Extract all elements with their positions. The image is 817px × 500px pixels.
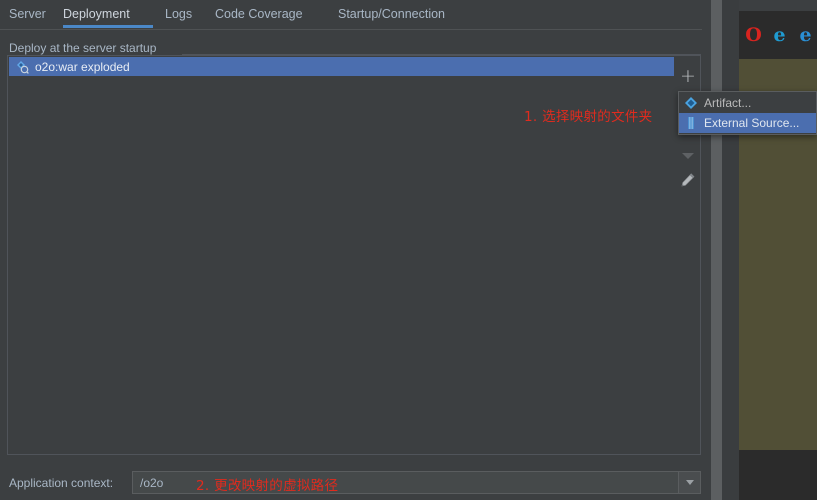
tab-label: Code Coverage xyxy=(215,7,303,21)
tab-label: Logs xyxy=(165,7,193,21)
table-row[interactable]: o2o:war exploded xyxy=(9,57,674,76)
deploy-group-title: Deploy at the server startup xyxy=(9,41,163,55)
opera-icon[interactable]: O xyxy=(744,25,763,45)
browser-launcher-bar: O e e xyxy=(739,11,817,59)
ide-run-configuration-window: Server Deployment Logs Code Coverage Sta… xyxy=(0,0,817,500)
panel-gutter xyxy=(702,0,711,500)
tab-label: Server xyxy=(9,7,46,21)
application-context-label: Application context: xyxy=(9,476,114,490)
pencil-icon xyxy=(680,172,696,193)
group-title-rule xyxy=(182,54,701,55)
artifact-row-label: o2o:war exploded xyxy=(35,59,130,74)
tab-logs[interactable]: Logs xyxy=(165,0,203,29)
tab-bar-separator xyxy=(0,29,702,30)
tab-startup-connection[interactable]: Startup/Connection xyxy=(338,0,468,29)
edit-artifact-button[interactable] xyxy=(676,170,700,194)
active-tab-underline xyxy=(63,25,153,28)
move-down-button[interactable] xyxy=(676,144,700,168)
menu-item-label: Artifact... xyxy=(704,96,752,110)
tab-code-coverage[interactable]: Code Coverage xyxy=(215,0,315,29)
chevron-down-icon xyxy=(685,480,694,485)
edge-icon[interactable]: e xyxy=(796,25,815,45)
external-source-icon xyxy=(684,116,698,130)
tab-server[interactable]: Server xyxy=(9,0,57,29)
browser-footer-area xyxy=(739,450,817,500)
tab-label: Deployment xyxy=(63,7,130,21)
artifact-icon xyxy=(684,96,698,110)
internet-explorer-icon[interactable]: e xyxy=(770,25,789,45)
application-context-dropdown-button[interactable] xyxy=(678,472,700,493)
menu-item-external-source[interactable]: External Source... xyxy=(679,113,816,133)
add-deployment-popup-menu[interactable]: Artifact... External Source... xyxy=(678,91,817,135)
annotation-select-mapped-folder: 1. 选择映射的文件夹 xyxy=(524,109,653,125)
deployment-settings-panel: Server Deployment Logs Code Coverage Sta… xyxy=(0,0,702,500)
window-edge xyxy=(722,0,739,500)
menu-item-artifact[interactable]: Artifact... xyxy=(679,93,816,113)
config-tab-bar: Server Deployment Logs Code Coverage Sta… xyxy=(0,0,702,30)
browser-titlebar xyxy=(739,0,817,11)
plus-icon: + xyxy=(680,64,696,87)
chevron-down-icon xyxy=(682,153,694,159)
add-artifact-button[interactable]: + xyxy=(676,64,700,88)
artifact-exploded-icon xyxy=(15,60,29,74)
window-scrollbar[interactable] xyxy=(711,0,722,500)
tab-deployment[interactable]: Deployment xyxy=(63,0,153,29)
tab-label: Startup/Connection xyxy=(338,7,446,21)
menu-item-label: External Source... xyxy=(704,116,800,130)
background-browser-window: O e e xyxy=(739,0,817,500)
annotation-change-virtual-path: 2. 更改映射的虚拟路径 xyxy=(196,478,339,494)
